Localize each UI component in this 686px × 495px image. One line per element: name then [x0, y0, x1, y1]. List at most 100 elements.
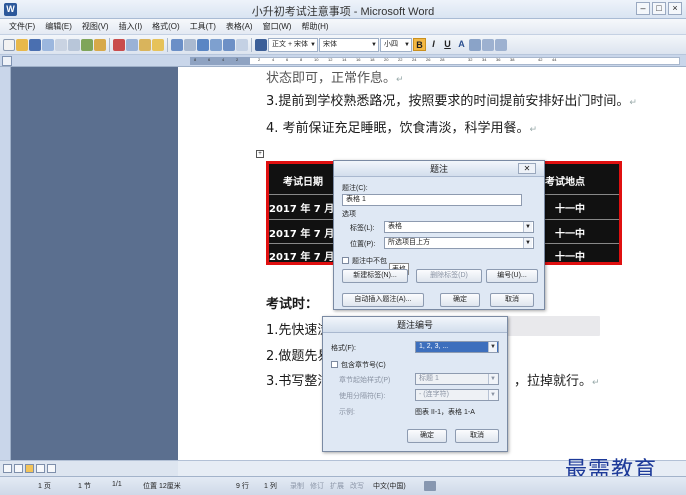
font-size-value: 小四 [384, 40, 398, 48]
outline-view-icon[interactable] [36, 464, 45, 473]
status-record[interactable]: 录制 [290, 481, 304, 491]
columns-icon[interactable] [236, 38, 248, 51]
ruler-tick: 38 [510, 57, 515, 62]
font-color-button[interactable]: A [455, 38, 468, 51]
new-document-icon[interactable] [3, 38, 15, 51]
format-select[interactable]: 1, 2, 3, ... ▼ [415, 341, 499, 353]
open-folder-icon[interactable] [16, 38, 28, 51]
exclude-label-checkbox[interactable] [342, 257, 349, 264]
chevron-down-icon: ▼ [523, 222, 532, 232]
menu-insert[interactable]: 插入(I) [114, 21, 148, 32]
paste-icon[interactable] [139, 38, 151, 51]
print-layout-icon[interactable] [25, 464, 34, 473]
italic-button[interactable]: I [427, 38, 440, 51]
ruler-tick: 24 [412, 57, 417, 62]
font-select[interactable]: 宋体 ▼ [319, 37, 379, 52]
redo-icon[interactable] [184, 38, 196, 51]
close-icon[interactable]: ✕ [518, 163, 536, 174]
include-chapter-label: 包含章节号(C) [341, 362, 386, 369]
menu-window[interactable]: 窗口(W) [258, 21, 297, 32]
research-icon[interactable] [94, 38, 106, 51]
underline-button[interactable]: U [441, 38, 454, 51]
cut-icon[interactable] [113, 38, 125, 51]
ruler-tick: 2 [258, 57, 261, 62]
table-cell-place: 十一中 [555, 252, 585, 263]
copy-icon[interactable] [126, 38, 138, 51]
tables-borders-icon[interactable] [210, 38, 222, 51]
horizontal-ruler[interactable]: 8 6 4 2 2 4 6 8 10 12 14 16 18 20 22 24 … [0, 55, 686, 67]
font-size-select[interactable]: 小四 ▼ [380, 37, 412, 52]
auto-caption-button[interactable]: 自动插入题注(A)... [342, 293, 424, 307]
exam-item-2: 2.做题先易 [266, 349, 331, 364]
hyperlink-icon[interactable] [197, 38, 209, 51]
ruler-tick: 36 [496, 57, 501, 62]
font-select-value: 宋体 [323, 40, 337, 48]
caption-cancel-button[interactable]: 取消 [490, 293, 534, 307]
paragraph-mark: ↵ [629, 98, 637, 108]
numbering-button[interactable]: 编号(U)... [486, 269, 538, 283]
ruler-tick: 34 [482, 57, 487, 62]
insert-table-icon[interactable] [223, 38, 235, 51]
spelling-icon[interactable] [81, 38, 93, 51]
status-track-changes[interactable]: 修订 [310, 481, 324, 491]
table-move-handle-icon[interactable]: + [256, 150, 264, 158]
caption-input[interactable]: 表格 1 [342, 194, 522, 206]
minimize-button[interactable]: – [636, 2, 650, 15]
ruler-tick: 42 [538, 57, 543, 62]
caption-numbering-dialog: 题注编号 格式(F): 1, 2, 3, ... ▼ 包含章节号(C) 章节起始样… [322, 316, 508, 452]
spelling-status-icon[interactable] [424, 481, 436, 491]
print-preview-icon[interactable] [68, 38, 80, 51]
maximize-button[interactable]: □ [652, 2, 666, 15]
new-label-button[interactable]: 新建标签(N)... [342, 269, 408, 283]
chevron-down-icon: ▼ [404, 41, 410, 48]
menu-file[interactable]: 文件(F) [4, 21, 40, 32]
ruler-tick: 44 [552, 57, 557, 62]
table-header-place: 考试地点 [545, 177, 585, 188]
status-page: 1 页 [38, 483, 51, 490]
normal-view-icon[interactable] [3, 464, 12, 473]
styles-pane-icon[interactable] [255, 38, 267, 51]
menu-table[interactable]: 表格(A) [221, 21, 258, 32]
table-cell-place: 十一中 [555, 204, 585, 215]
separator-select[interactable]: - (连字符) ▼ [415, 389, 499, 401]
numbering-cancel-button[interactable]: 取消 [455, 429, 499, 443]
ruler-tick: 10 [314, 57, 319, 62]
menu-format[interactable]: 格式(O) [147, 21, 185, 32]
status-overtype[interactable]: 改写 [350, 481, 364, 491]
align-center-icon[interactable] [495, 38, 507, 51]
undo-icon[interactable] [171, 38, 183, 51]
caption-ok-button[interactable]: 确定 [440, 293, 480, 307]
close-window-button[interactable]: × [668, 2, 682, 15]
status-extend[interactable]: 扩展 [330, 481, 344, 491]
print-icon[interactable] [55, 38, 67, 51]
align-left-icon[interactable] [482, 38, 494, 51]
vertical-ruler[interactable] [0, 67, 11, 460]
document-line-4: 4. 考前保证充足睡眠，饮食清淡，科学用餐。↵ [266, 121, 538, 136]
bold-button[interactable]: B [413, 38, 426, 51]
menu-help[interactable]: 帮助(H) [296, 21, 333, 32]
web-layout-icon[interactable] [14, 464, 23, 473]
delete-label-button[interactable]: 删除标签(D) [416, 269, 482, 283]
reading-view-icon[interactable] [47, 464, 56, 473]
tab-selector[interactable] [2, 56, 12, 66]
table-cell-place: 十一中 [555, 229, 585, 240]
chevron-down-icon: ▼ [371, 41, 377, 48]
ruler-bar [190, 57, 680, 65]
exam-item-1: 1.先快速浏 [266, 323, 331, 338]
menu-view[interactable]: 视图(V) [77, 21, 114, 32]
include-chapter-checkbox[interactable] [331, 361, 338, 368]
numbering-ok-button[interactable]: 确定 [407, 429, 447, 443]
window-controls: – □ × [636, 2, 682, 15]
menu-tools[interactable]: 工具(T) [185, 21, 221, 32]
chapter-style-select[interactable]: 标题 1 ▼ [415, 373, 499, 385]
character-scaling-icon[interactable] [469, 38, 481, 51]
format-painter-icon[interactable] [152, 38, 164, 51]
label-select[interactable]: 表格 ▼ [384, 221, 534, 233]
style-select[interactable]: 正文 + 宋体 ▼ [268, 37, 318, 52]
position-select[interactable]: 所选项目上方 ▼ [384, 237, 534, 249]
menu-edit[interactable]: 编辑(E) [40, 21, 77, 32]
permission-icon[interactable] [42, 38, 54, 51]
ruler-tick: 12 [328, 57, 333, 62]
toolbar-separator [251, 37, 252, 52]
save-icon[interactable] [29, 38, 41, 51]
